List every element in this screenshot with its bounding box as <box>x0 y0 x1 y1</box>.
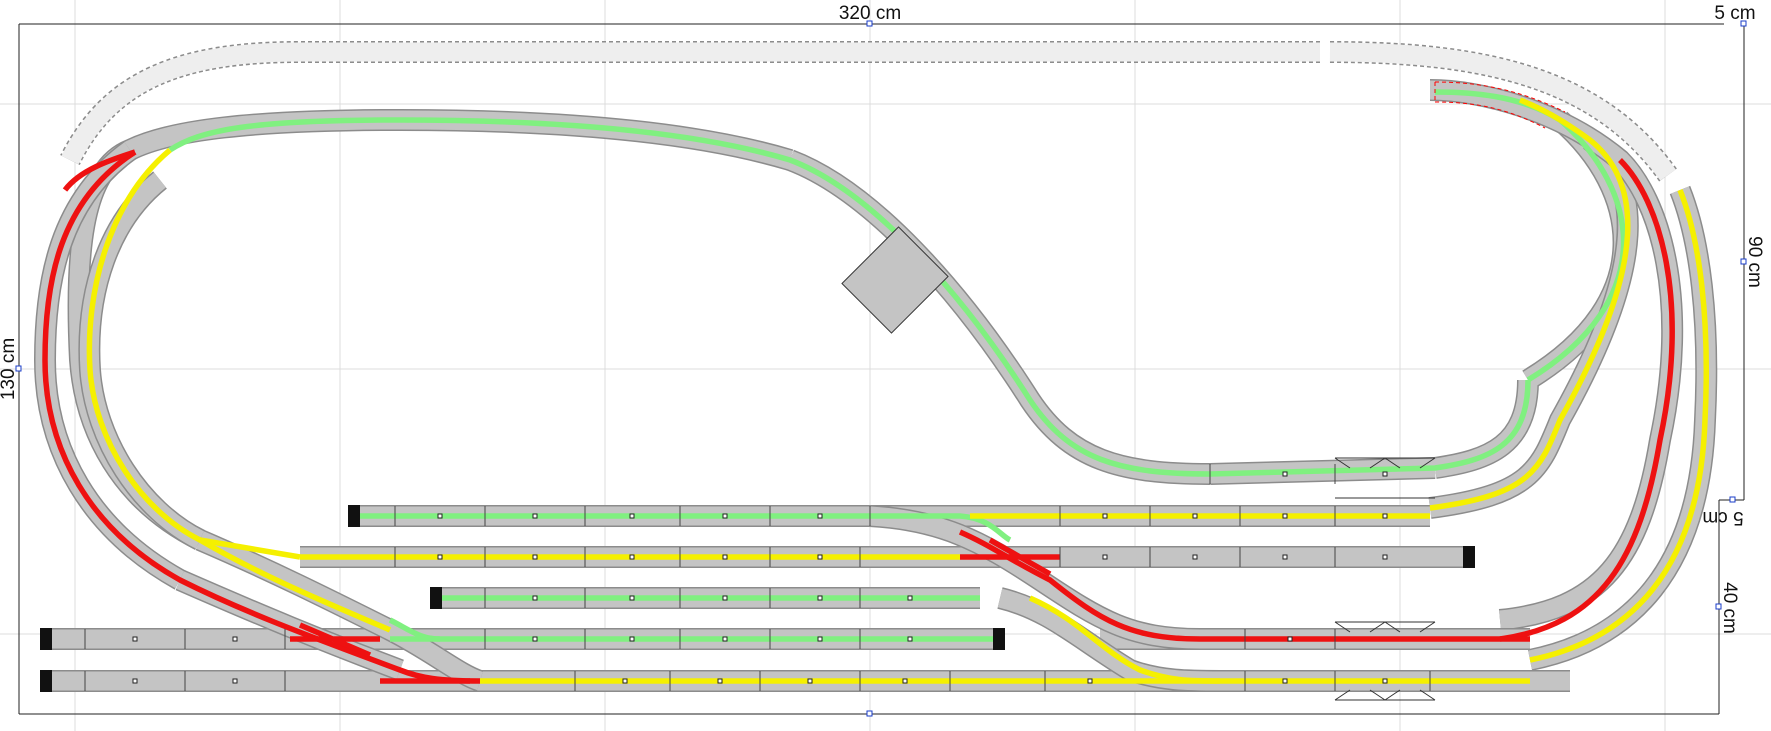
crossing-gate-icon[interactable] <box>1334 457 1436 701</box>
dimension-top-right: 5 cm <box>1714 3 1755 24</box>
dimension-left-height: 130 cm <box>0 338 19 400</box>
track-beds[interactable] <box>34 79 1718 692</box>
dimension-right-upper: 90 cm <box>1744 236 1765 288</box>
turntable-icon[interactable] <box>841 226 949 334</box>
track-plan-canvas[interactable]: 320 cm 5 cm 130 cm 90 cm 5 cm 40 cm <box>0 0 1771 731</box>
dimension-top-width: 320 cm <box>839 3 901 24</box>
dimension-right-lower: 40 cm <box>1719 582 1740 634</box>
green-route-station[interactable] <box>168 117 1531 477</box>
signal-marker-icon <box>132 471 1388 684</box>
dimension-right-middle: 5 cm <box>1702 507 1743 528</box>
